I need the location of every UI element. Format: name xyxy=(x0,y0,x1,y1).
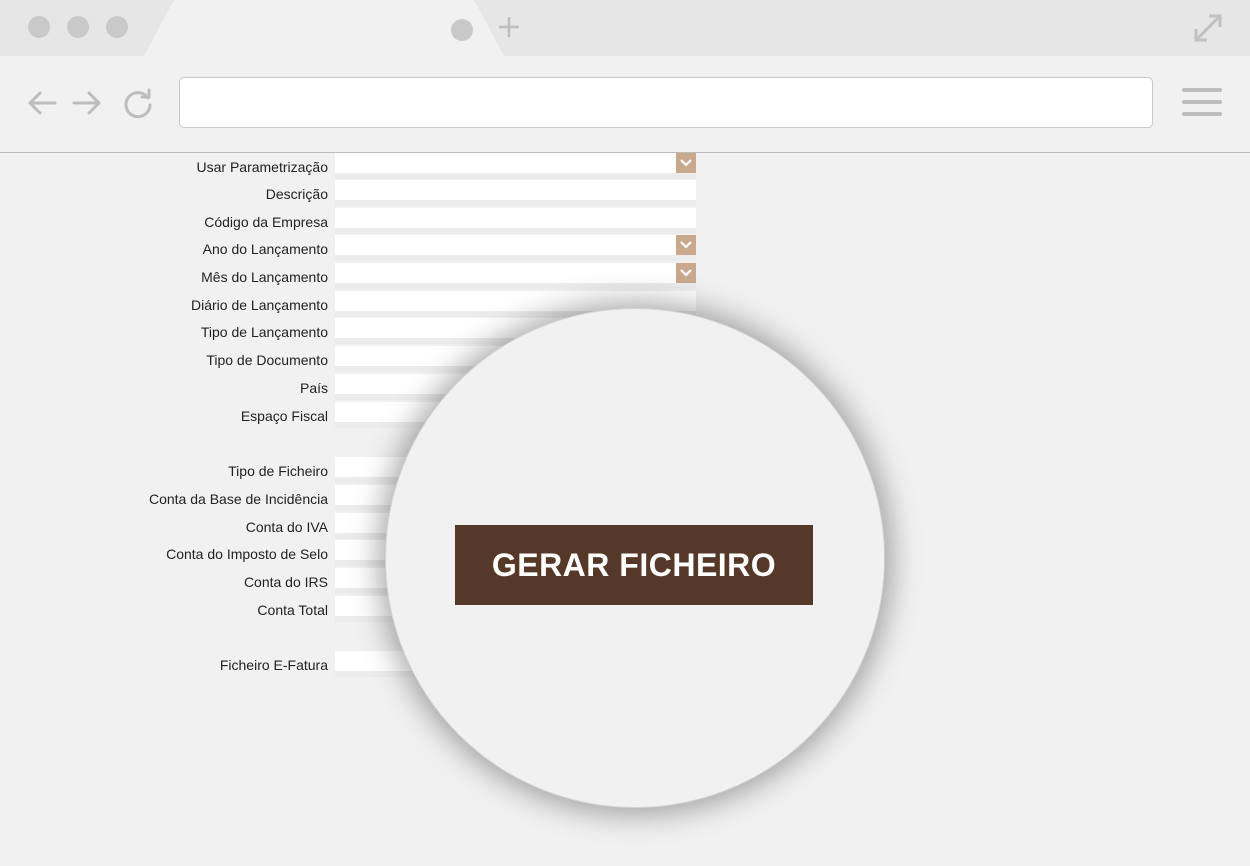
plus-icon[interactable] xyxy=(496,14,522,40)
form-row: Usar Parametrização xyxy=(0,153,700,181)
chevron-down-icon[interactable] xyxy=(676,263,696,283)
tab-bar xyxy=(0,0,1250,56)
text-field[interactable] xyxy=(335,208,696,234)
field-label: Mês do Lançamento xyxy=(201,269,328,285)
field-label: Conta do Imposto de Selo xyxy=(166,546,328,562)
address-bar[interactable] xyxy=(179,77,1153,128)
magnifier-lens: GERAR FICHEIRO xyxy=(385,308,885,808)
field-label: País xyxy=(299,380,328,396)
generate-file-button[interactable]: GERAR FICHEIRO xyxy=(455,525,813,605)
select-field[interactable] xyxy=(335,235,696,261)
chevron-down-icon[interactable] xyxy=(676,153,696,173)
reload-icon[interactable] xyxy=(121,86,155,120)
field-label: Tipo de Ficheiro xyxy=(228,463,328,479)
field-label: Ficheiro E-Fatura xyxy=(219,657,328,673)
field-label: Espaço Fiscal xyxy=(240,408,328,424)
form-row: Mês do Lançamento xyxy=(0,263,700,291)
expand-icon[interactable] xyxy=(1190,10,1226,46)
window-close-dot[interactable] xyxy=(28,16,50,38)
chevron-down-icon[interactable] xyxy=(676,235,696,255)
window-minimize-dot[interactable] xyxy=(67,16,89,38)
field-label: Conta da Base de Incidência xyxy=(148,491,328,507)
tab-favicon xyxy=(451,19,473,41)
form-row: Ano do Lançamento xyxy=(0,235,700,263)
browser-toolbar xyxy=(0,56,1250,153)
select-field[interactable] xyxy=(335,153,696,179)
field-label: Conta do IVA xyxy=(245,519,328,535)
window-zoom-dot[interactable] xyxy=(106,16,128,38)
form-row: Descrição xyxy=(0,180,700,208)
field-label: Tipo de Documento xyxy=(206,352,328,368)
field-label: Tipo de Lançamento xyxy=(200,324,328,340)
field-label: Conta Total xyxy=(257,602,328,618)
select-field[interactable] xyxy=(335,263,696,289)
forward-arrow-icon[interactable] xyxy=(70,86,104,120)
field-label: Usar Parametrização xyxy=(196,159,329,175)
field-label: Diário de Lançamento xyxy=(191,297,328,313)
browser-tab[interactable] xyxy=(144,0,504,56)
hamburger-menu-icon[interactable] xyxy=(1182,88,1224,118)
field-label: Código da Empresa xyxy=(204,214,328,230)
field-label: Conta do IRS xyxy=(243,574,328,590)
form-row: Código da Empresa xyxy=(0,208,700,236)
field-label: Descrição xyxy=(265,186,328,202)
field-label: Ano do Lançamento xyxy=(202,241,328,257)
text-field[interactable] xyxy=(335,180,696,206)
back-arrow-icon[interactable] xyxy=(25,86,59,120)
